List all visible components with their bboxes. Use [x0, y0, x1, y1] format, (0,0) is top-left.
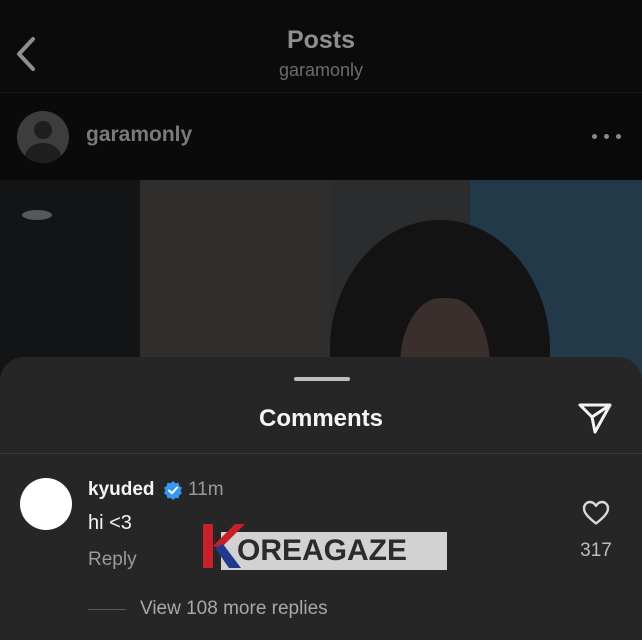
- heart-icon[interactable]: [582, 500, 610, 526]
- photo-lamp: [22, 210, 52, 220]
- sheet-drag-handle[interactable]: [294, 377, 350, 381]
- avatar-placeholder-body: [25, 143, 61, 163]
- comment-text: hi <3: [88, 512, 132, 534]
- page-subtitle: garamonly: [278, 60, 364, 80]
- verified-badge-icon: [164, 481, 182, 500]
- page-title: Posts: [286, 26, 356, 54]
- view-more-replies-button[interactable]: View 108 more replies: [140, 598, 328, 620]
- like-count: 317: [580, 540, 612, 561]
- comment-timestamp: 11m: [188, 479, 224, 500]
- commenter-username[interactable]: kyuded: [88, 479, 155, 501]
- commenter-avatar[interactable]: [20, 478, 72, 530]
- avatar-placeholder-head: [34, 121, 52, 139]
- replies-line: [88, 609, 126, 610]
- watermark-logo: OREAGAZE: [201, 522, 447, 570]
- comments-title: Comments: [258, 405, 384, 432]
- photo-dark-area: [0, 180, 145, 380]
- post-author-avatar[interactable]: [17, 111, 69, 163]
- send-icon[interactable]: [576, 399, 614, 437]
- photo-wall: [140, 180, 330, 380]
- post-header: garamonly: [0, 92, 642, 180]
- comments-sheet: Comments kyuded 11m hi <3 Reply 317 View…: [0, 357, 642, 640]
- watermark-text: OREAGAZE: [237, 534, 408, 567]
- more-options-icon[interactable]: [590, 129, 624, 143]
- post-author-username[interactable]: garamonly: [86, 123, 192, 147]
- top-navigation-bar: Posts garamonly: [0, 0, 642, 92]
- sheet-divider: [0, 453, 642, 454]
- post-photo: [0, 180, 642, 380]
- reply-button[interactable]: Reply: [88, 549, 137, 571]
